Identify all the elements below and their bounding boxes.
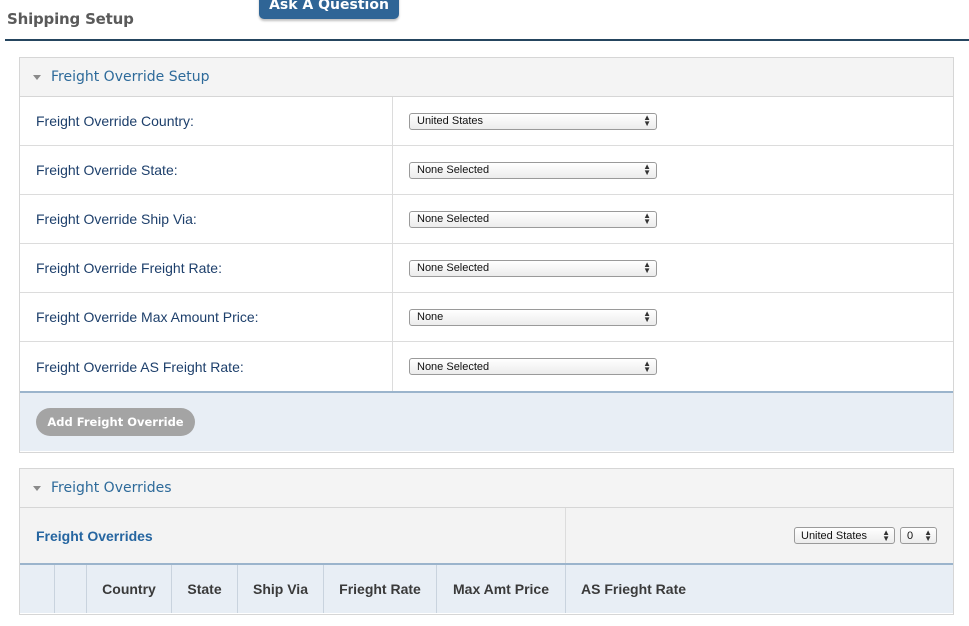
select-arrows-icon: ▲ ▼ [643, 260, 651, 275]
form-row-state: Freight Override State: None Selected ▲ ▼ [20, 146, 953, 195]
overrides-list-header: Freight Overrides United States ▲ ▼ 0 ▲ ▼ [20, 508, 953, 565]
table-header-row: Country State Ship Via Frieght Rate Max … [20, 565, 953, 613]
ask-question-button[interactable]: Ask A Question [259, 0, 399, 19]
column-header-select[interactable] [20, 565, 55, 613]
max-amount-price-label: Freight Override Max Amount Price: [20, 293, 393, 341]
form-row-country: Freight Override Country: United States … [20, 97, 953, 146]
setup-panel-footer: Add Freight Override [20, 391, 953, 451]
form-row-ship-via: Freight Override Ship Via: None Selected… [20, 195, 953, 244]
add-freight-override-button[interactable]: Add Freight Override [36, 408, 195, 436]
select-arrows-icon: ▲ ▼ [643, 358, 651, 374]
freight-rate-select[interactable]: None Selected ▲ ▼ [409, 259, 657, 277]
overrides-list-title: Freight Overrides [20, 508, 566, 563]
setup-form: Freight Override Country: United States … [20, 97, 953, 391]
count-filter-select[interactable]: 0 ▲ ▼ [900, 527, 937, 544]
column-header-ship-via[interactable]: Ship Via [238, 565, 324, 613]
column-header-country[interactable]: Country [87, 565, 172, 613]
select-arrows-icon: ▲ ▼ [643, 113, 651, 128]
freight-override-setup-panel: Freight Override Setup Freight Override … [19, 57, 954, 453]
select-arrows-icon: ▲ ▼ [643, 211, 651, 226]
form-row-as-freight-rate: Freight Override AS Freight Rate: None S… [20, 342, 953, 391]
column-header-max-amt-price[interactable]: Max Amt Price [437, 565, 566, 613]
select-arrows-icon: ▲ ▼ [643, 309, 651, 324]
setup-panel-title: Freight Override Setup [51, 69, 210, 85]
overrides-panel-header[interactable]: Freight Overrides [20, 469, 953, 508]
max-amount-price-select[interactable]: None ▲ ▼ [409, 308, 657, 326]
column-header-as-frieght-rate[interactable]: AS Frieght Rate [566, 565, 953, 613]
list-filter-controls: United States ▲ ▼ 0 ▲ ▼ [566, 508, 953, 563]
freight-overrides-panel: Freight Overrides Freight Overrides Unit… [19, 468, 954, 615]
as-freight-rate-select[interactable]: None Selected ▲ ▼ [409, 358, 657, 375]
setup-panel-header[interactable]: Freight Override Setup [20, 58, 953, 97]
column-header-actions[interactable] [55, 565, 87, 613]
page-title: Shipping Setup [7, 10, 134, 28]
overrides-panel-title: Freight Overrides [51, 480, 172, 496]
select-arrows-icon: ▲ ▼ [882, 527, 890, 543]
ship-via-select[interactable]: None Selected ▲ ▼ [409, 210, 657, 228]
ship-via-label: Freight Override Ship Via: [20, 195, 393, 243]
country-select[interactable]: United States ▲ ▼ [409, 112, 657, 130]
country-label: Freight Override Country: [20, 97, 393, 145]
state-label: Freight Override State: [20, 146, 393, 194]
column-header-state[interactable]: State [172, 565, 238, 613]
form-row-max-amount-price: Freight Override Max Amount Price: None … [20, 293, 953, 342]
header-divider [5, 39, 969, 41]
state-select[interactable]: None Selected ▲ ▼ [409, 161, 657, 179]
select-arrows-icon: ▲ ▼ [924, 527, 932, 543]
column-header-frieght-rate[interactable]: Frieght Rate [324, 565, 437, 613]
country-filter-select[interactable]: United States ▲ ▼ [794, 527, 895, 544]
collapse-caret-icon[interactable] [33, 74, 41, 80]
freight-rate-label: Freight Override Freight Rate: [20, 244, 393, 292]
form-row-freight-rate: Freight Override Freight Rate: None Sele… [20, 244, 953, 293]
select-arrows-icon: ▲ ▼ [643, 162, 651, 177]
as-freight-rate-label: Freight Override AS Freight Rate: [20, 342, 393, 391]
collapse-caret-icon[interactable] [33, 485, 41, 491]
